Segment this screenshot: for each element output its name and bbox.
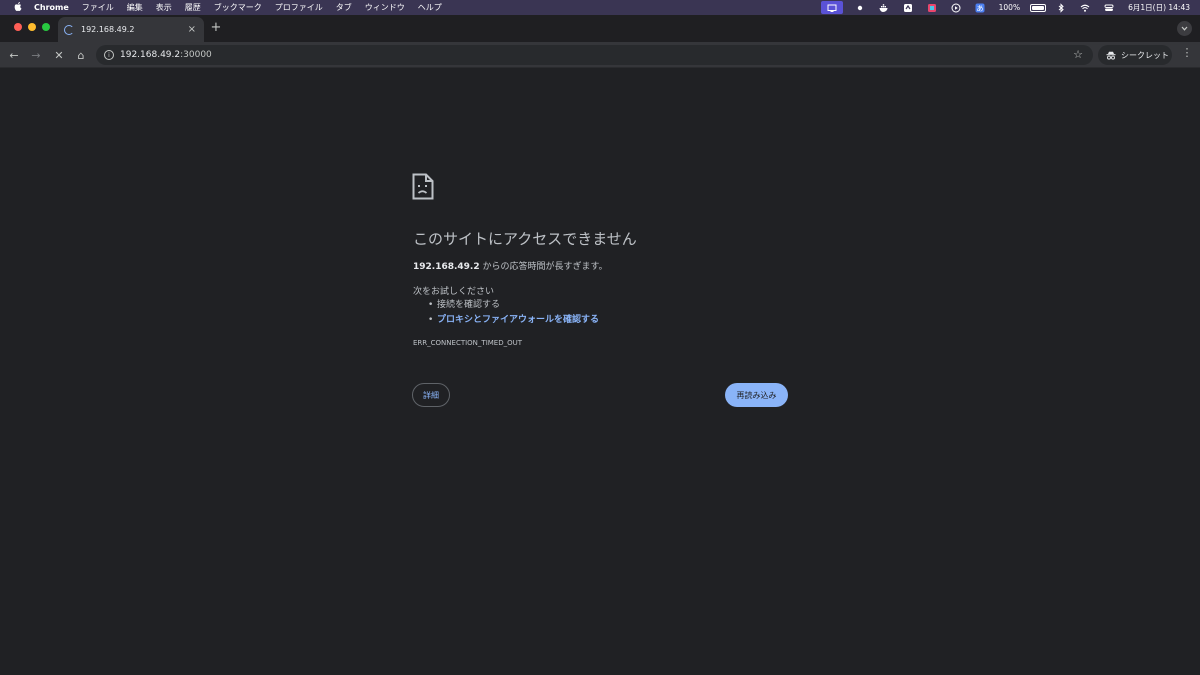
menu-bookmarks[interactable]: ブックマーク [214,2,262,13]
active-tab[interactable]: 192.168.49.2 × [58,17,204,42]
error-host: 192.168.49.2 [413,262,480,272]
menu-view[interactable]: 表示 [156,2,172,13]
docker-icon[interactable] [879,3,889,13]
control-center-icon[interactable] [1104,3,1114,13]
menu-history[interactable]: 履歴 [185,2,201,13]
wifi-icon[interactable] [1080,3,1090,13]
minimize-window-button[interactable] [28,23,36,31]
error-code: ERR_CONNECTION_TIMED_OUT [413,339,523,347]
url-text[interactable]: 192.168.49.2:30000 [120,50,212,60]
macos-menu-bar: Chrome ファイル 編集 表示 履歴 ブックマーク プロファイル タブ ウィ… [0,0,1200,15]
menu-tab[interactable]: タブ [336,2,352,13]
incognito-label: シークレット [1121,50,1169,60]
screen-share-icon[interactable] [820,1,843,14]
incognito-icon [1106,51,1116,60]
forward-button[interactable]: → [27,46,45,64]
stop-loading-button[interactable]: ✕ [50,46,68,64]
chrome-menu-button[interactable]: ⋮ [1180,46,1194,59]
suggestions-heading: 次をお試しください [413,287,495,297]
colorful-app-icon[interactable] [927,3,937,13]
menu-file[interactable]: ファイル [82,2,114,13]
suggestion-check-proxy-firewall[interactable]: プロキシとファイアウォールを確認する [428,313,599,328]
error-title: このサイトにアクセスできません [413,230,637,248]
suggestions-list: 接続を確認する プロキシとファイアウォールを確認する [428,298,599,328]
close-window-button[interactable] [14,23,22,31]
battery-percentage: 100% [998,3,1021,12]
chevron-down-icon [1181,26,1188,31]
battery-icon[interactable] [1030,3,1047,12]
home-button[interactable]: ⌂ [72,46,90,64]
suggestion-link-text[interactable]: プロキシとファイアウォールを確認する [437,315,599,325]
address-bar[interactable]: i 192.168.49.2:30000 ☆ [96,45,1093,65]
browser-toolbar: ← → ✕ ⌂ i 192.168.49.2:30000 ☆ シークレット ⋮ [0,42,1200,68]
window-controls [14,23,56,31]
site-info-icon[interactable]: i [104,50,114,60]
loading-spinner-icon [64,24,74,35]
sad-document-icon [412,173,434,200]
new-tab-button[interactable]: + [209,20,223,35]
tab-search-button[interactable] [1177,21,1192,36]
bluetooth-icon[interactable] [1056,2,1066,13]
record-dot-icon[interactable] [855,3,865,13]
tab-strip: 192.168.49.2 × + [0,15,1200,42]
play-circle-icon[interactable] [951,3,961,13]
clipboard-app-icon[interactable] [903,3,913,13]
menu-window[interactable]: ウィンドウ [365,2,405,13]
suggestion-check-connection: 接続を確認する [428,298,599,313]
reload-button[interactable]: 再読み込み [725,383,788,407]
fullscreen-window-button[interactable] [42,23,50,31]
incognito-indicator[interactable]: シークレット [1098,45,1172,65]
tab-close-icon[interactable]: × [188,24,196,35]
error-description-text: からの応答時間が長すぎます。 [479,262,608,272]
menu-edit[interactable]: 編集 [127,2,143,13]
back-button[interactable]: ← [5,46,23,64]
url-host: 192.168.49.2 [120,50,181,60]
apple-menu-icon[interactable] [11,1,25,14]
error-description: 192.168.49.2 からの応答時間が長すぎます。 [413,259,608,272]
menu-bar-status-area: あ 100% 6月1日(日) 14:43 [820,0,1200,15]
url-port: :30000 [180,50,212,60]
bookmark-star-icon[interactable]: ☆ [1073,48,1083,61]
menu-bar-clock[interactable]: 6月1日(日) 14:43 [1128,2,1190,13]
suggestion-text: 接続を確認する [437,300,501,310]
menu-profiles[interactable]: プロファイル [275,2,323,13]
svg-text:あ: あ [976,4,983,12]
menu-chrome[interactable]: Chrome [34,3,69,12]
tab-title: 192.168.49.2 [81,25,135,34]
details-button[interactable]: 詳細 [412,383,450,407]
input-method-icon[interactable]: あ [975,3,985,13]
menu-help[interactable]: ヘルプ [418,2,442,13]
